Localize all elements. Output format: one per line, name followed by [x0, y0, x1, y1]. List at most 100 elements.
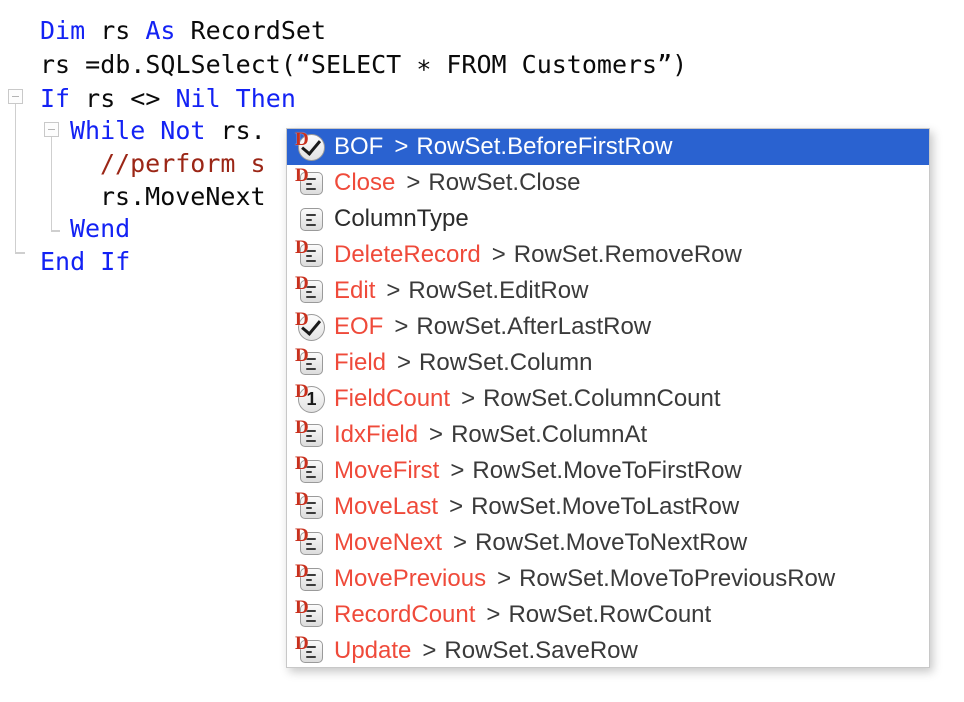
autocomplete-item-replacement: RowSet.SaveRow — [444, 637, 638, 664]
autocomplete-item-separator: > — [453, 529, 468, 556]
code-token: End If — [40, 247, 131, 276]
fold-toggle-if[interactable] — [8, 89, 23, 104]
code-token: rs — [100, 16, 146, 45]
autocomplete-item[interactable]: D IdxField > RowSet.ColumnAt — [287, 417, 929, 453]
autocomplete-item-replacement: RowSet.EditRow — [408, 277, 589, 304]
method-doc-icon: D — [295, 237, 327, 270]
autocomplete-item-replacement: RowSet.MoveToLastRow — [471, 493, 740, 520]
deprecated-badge: D — [295, 453, 309, 474]
code-token: RecordSet — [190, 16, 326, 45]
autocomplete-item-name: Update — [334, 637, 412, 664]
check-circle-icon: D — [295, 309, 327, 342]
autocomplete-item-replacement: RowSet.Column — [419, 349, 593, 376]
autocomplete-item-separator: > — [461, 385, 476, 412]
method-doc-icon: D — [295, 633, 327, 666]
autocomplete-item-replacement: RowSet.MoveToNextRow — [475, 529, 748, 556]
autocomplete-item-name: Close — [334, 169, 396, 196]
autocomplete-item[interactable]: D Edit > RowSet.EditRow — [287, 273, 929, 309]
deprecated-badge: D — [295, 345, 309, 366]
autocomplete-item[interactable]: D Update > RowSet.SaveRow — [287, 633, 929, 667]
fold-toggle-while[interactable] — [44, 122, 59, 137]
autocomplete-item[interactable]: D BOF > RowSet.BeforeFirstRow — [287, 129, 929, 165]
autocomplete-item-name: ColumnType — [334, 205, 469, 232]
deprecated-badge: D — [295, 525, 309, 546]
autocomplete-item-name: EOF — [334, 313, 384, 340]
method-doc-icon: D — [295, 345, 327, 378]
code-line: //perform s — [100, 147, 266, 181]
autocomplete-item[interactable]: ColumnType — [287, 201, 929, 237]
autocomplete-item-name: IdxField — [334, 421, 419, 448]
autocomplete-item-name: Field — [334, 349, 387, 376]
autocomplete-item[interactable]: D EOF > RowSet.AfterLastRow — [287, 309, 929, 345]
autocomplete-item-replacement: RowSet.MoveToFirstRow — [472, 457, 742, 484]
autocomplete-item-replacement: RowSet.ColumnAt — [451, 421, 648, 448]
code-line: While Not rs. — [70, 114, 266, 148]
autocomplete-item[interactable]: D MoveLast > RowSet.MoveToLastRow — [287, 489, 929, 525]
code-token: rs <> — [85, 84, 176, 113]
autocomplete-item-replacement: RowSet.MoveToPreviousRow — [519, 565, 836, 592]
autocomplete-item[interactable]: 1 D FieldCount > RowSet.ColumnCount — [287, 381, 929, 417]
fold-range-line — [50, 137, 52, 230]
method-doc-icon: D — [295, 274, 327, 306]
autocomplete-item-separator: > — [422, 637, 437, 664]
code-token: Wend — [70, 214, 131, 243]
code-line: Dim rs As RecordSet — [40, 14, 326, 48]
autocomplete-item[interactable]: D DeleteRecord > RowSet.RemoveRow — [287, 237, 929, 273]
autocomplete-item-replacement: RowSet.AfterLastRow — [416, 313, 652, 340]
autocomplete-item-name: MovePrevious — [334, 565, 487, 592]
autocomplete-item[interactable]: D RecordCount > RowSet.RowCount — [287, 597, 929, 633]
autocomplete-item-separator: > — [386, 277, 401, 304]
autocomplete-item[interactable]: D MoveNext > RowSet.MoveToNextRow — [287, 525, 929, 561]
deprecated-badge: D — [295, 489, 309, 510]
autocomplete-item-separator: > — [491, 241, 506, 268]
deprecated-badge: D — [295, 561, 309, 582]
autocomplete-popup[interactable]: D BOF > RowSet.BeforeFirstRow D Close > RowSet.… — [286, 128, 930, 668]
autocomplete-item[interactable]: D MoveFirst > RowSet.MoveToFirstRow — [287, 453, 929, 489]
deprecated-badge: D — [295, 237, 309, 258]
deprecated-badge: D — [295, 129, 309, 150]
deprecated-badge: D — [295, 309, 309, 330]
deprecated-badge: D — [295, 381, 309, 402]
code-token: If — [40, 84, 86, 113]
autocomplete-item-name: RecordCount — [334, 601, 476, 628]
deprecated-badge: D — [295, 633, 309, 654]
method-doc-icon: D — [295, 525, 327, 558]
autocomplete-item[interactable]: D Field > RowSet.Column — [287, 345, 929, 381]
fold-range-end — [50, 230, 60, 232]
code-token: rs. — [220, 116, 266, 145]
code-token: rs.MoveNext — [100, 182, 266, 211]
method-doc-icon: D — [295, 453, 327, 486]
code-line: If rs <> Nil Then — [40, 82, 296, 116]
code-line: rs =db.SQLSelect(“SELECT ∗ FROM Customer… — [40, 48, 687, 82]
autocomplete-item-name: FieldCount — [334, 385, 451, 412]
code-token: While Not — [70, 116, 221, 145]
autocomplete-item-replacement: RowSet.ColumnCount — [483, 385, 721, 412]
autocomplete-item-separator: > — [394, 313, 409, 340]
check-circle-icon: D — [295, 129, 327, 162]
code-line: Wend — [70, 212, 130, 246]
autocomplete-item-name: BOF — [334, 133, 384, 160]
autocomplete-item-separator: > — [449, 493, 464, 520]
autocomplete-item[interactable]: D MovePrevious > RowSet.MoveToPreviousRow — [287, 561, 929, 597]
deprecated-badge: D — [295, 417, 309, 438]
method-doc-icon: D — [295, 417, 327, 450]
autocomplete-item[interactable]: D Close > RowSet.Close — [287, 165, 929, 201]
method-doc-icon — [295, 204, 327, 234]
autocomplete-item-separator: > — [394, 133, 409, 160]
autocomplete-item-name: MoveFirst — [334, 457, 440, 484]
autocomplete-item-replacement: RowSet.Close — [428, 169, 581, 196]
code-token: //perform s — [100, 149, 266, 178]
fold-range-end — [14, 252, 25, 254]
autocomplete-item-separator: > — [497, 565, 512, 592]
method-doc-icon: D — [295, 561, 327, 594]
autocomplete-item-replacement: RowSet.RemoveRow — [513, 241, 742, 268]
code-token: Nil Then — [175, 84, 296, 113]
autocomplete-item-separator: > — [429, 421, 444, 448]
method-doc-icon: D — [295, 598, 327, 630]
deprecated-badge: D — [295, 165, 309, 186]
autocomplete-item-name: MoveNext — [334, 529, 443, 556]
autocomplete-item-replacement: RowSet.RowCount — [508, 601, 712, 628]
code-line: End If — [40, 245, 130, 279]
code-line: rs.MoveNext — [100, 180, 266, 214]
autocomplete-item-separator: > — [406, 169, 421, 196]
